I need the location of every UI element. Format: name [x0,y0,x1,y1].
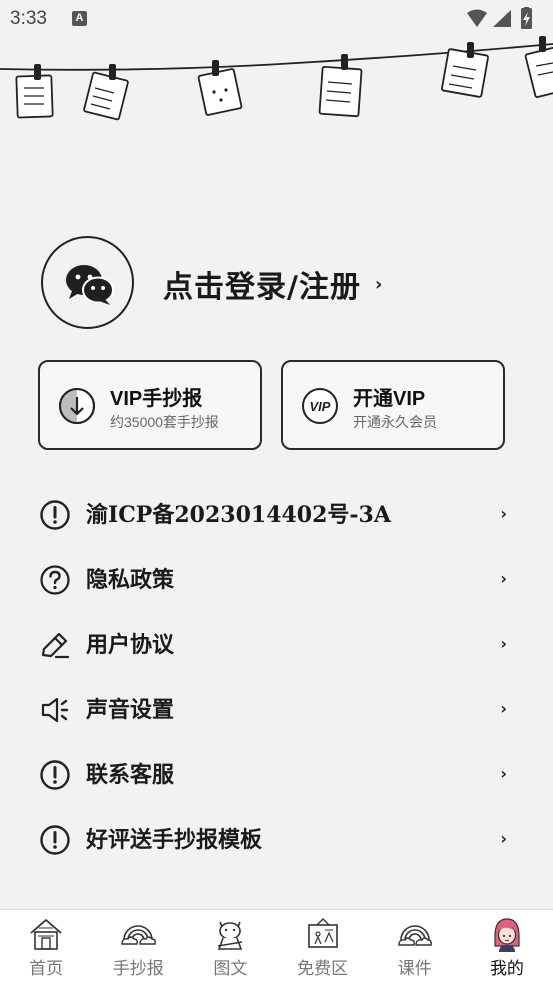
menu-label: 好评送手抄报模板 [86,827,263,853]
tab-graphics[interactable]: 图文 [184,910,276,985]
girl-avatar-icon [489,916,525,952]
battery-charging-icon [521,6,532,29]
tab-handcopy[interactable]: 手抄报 [92,910,184,985]
pencil-icon [39,629,71,661]
vip-handcopy-card[interactable]: VIP手抄报 约35000套手抄报 [38,360,262,450]
svg-text:VIP: VIP [310,399,331,414]
signal-icon [493,10,511,27]
menu-label: 联系客服 [86,762,175,788]
menu-label: 用户协议 [86,632,175,658]
nav-label: 首页 [29,959,64,978]
status-icons [463,6,543,31]
chevron-right-icon: › [500,504,507,523]
rainbow-cloud-icon [397,916,433,952]
info-circle-icon [39,499,71,531]
profile-header: 点击登录/注册 › [41,236,521,334]
download-icon [58,387,96,425]
note-icon [15,64,54,119]
menu-item-icp[interactable]: 渝ICP备2023014402号-3A › [0,482,553,547]
avatar[interactable] [41,236,134,329]
menu-item-review-reward[interactable]: 好评送手抄报模板 › [0,807,553,872]
bottom-nav: 首页 手抄报 图文 免费区 课件 我的 [0,909,553,985]
card-subtitle: 开通永久会员 [353,414,437,430]
garland-decoration [0,30,553,130]
open-vip-card[interactable]: VIP 开通VIP 开通永久会员 [281,360,505,450]
nav-label: 免费区 [297,959,349,978]
rainbow-icon [120,916,157,952]
info-circle-icon [39,824,71,856]
speaker-icon [39,694,71,726]
menu-label: 声音设置 [86,697,175,723]
card-subtitle: 约35000套手抄报 [110,414,219,430]
nav-label: 手抄报 [112,959,164,978]
chevron-right-icon: › [500,699,507,718]
menu-item-privacy-policy[interactable]: 隐私政策 › [0,547,553,612]
login-register-link[interactable]: 点击登录/注册 › [163,264,383,305]
chevron-right-icon: › [500,829,507,848]
menu-item-user-agreement[interactable]: 用户协议 › [0,612,553,677]
note-icon [83,64,129,121]
nav-label: 课件 [397,959,432,978]
nav-label: 图文 [213,959,248,978]
menu-item-contact-support[interactable]: 联系客服 › [0,742,553,807]
chevron-right-icon: › [500,764,507,783]
note-icon [318,54,363,118]
card-title: VIP手抄报 [110,388,203,410]
chevron-right-icon: › [374,273,383,295]
menu-label: 渝ICP备2023014402号-3A [86,502,391,528]
tab-mine[interactable]: 我的 [461,910,553,985]
info-circle-icon [39,759,71,791]
menu-label: 隐私政策 [86,567,175,593]
card-title: 开通VIP [353,388,426,410]
wifi-icon [467,9,487,27]
chalkboard-icon [305,916,341,952]
tab-free-zone[interactable]: 免费区 [277,910,369,985]
notification-a-icon: A [72,11,87,26]
menu-item-sound-settings[interactable]: 声音设置 › [0,677,553,742]
question-circle-icon [39,564,71,596]
chevron-right-icon: › [500,634,507,653]
cat-icon [212,916,248,952]
login-register-label: 点击登录/注册 [163,270,361,305]
settings-menu: 渝ICP备2023014402号-3A › 隐私政策 › 用户协议 › 声音设置… [0,482,553,872]
tab-courseware[interactable]: 课件 [369,910,461,985]
chevron-right-icon: › [500,569,507,588]
tab-home[interactable]: 首页 [0,910,92,985]
wechat-icon [66,265,114,305]
vip-badge-icon: VIP [301,387,339,425]
nav-label: 我的 [489,959,524,978]
house-icon [28,916,64,952]
status-time: 3:33 [10,8,47,29]
